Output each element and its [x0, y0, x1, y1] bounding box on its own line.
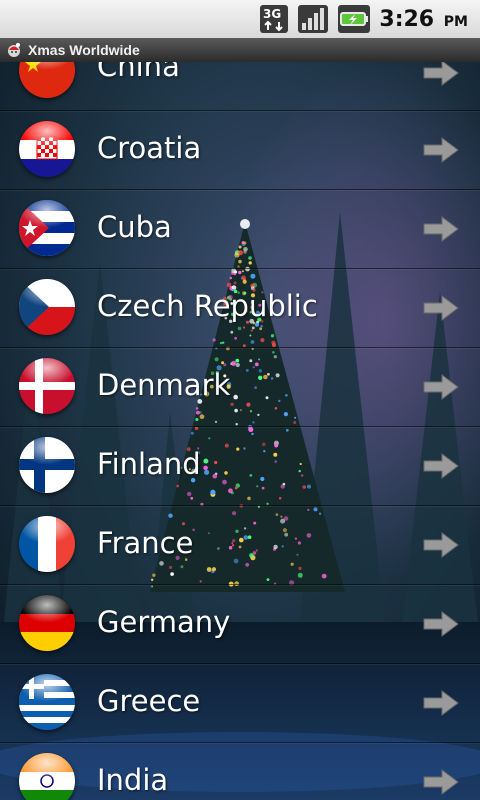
signal-icon	[298, 5, 329, 33]
country-label: Cuba	[97, 210, 172, 244]
status-icons: 3G 3:26 PM	[259, 3, 468, 35]
finland-flag-icon	[19, 437, 75, 493]
list-item-czech-republic[interactable]: Czech Republic	[0, 268, 480, 348]
list-item-france[interactable]: France	[0, 505, 480, 585]
cuba-flag-icon	[19, 200, 75, 256]
country-label: China	[97, 62, 180, 83]
country-label: Czech Republic	[97, 289, 318, 323]
arrow-right-icon[interactable]	[422, 531, 460, 559]
arrow-right-icon[interactable]	[422, 610, 460, 638]
country-label: Finland	[97, 447, 201, 481]
country-label: France	[97, 526, 194, 560]
china-flag-icon	[19, 62, 75, 98]
list-item-cuba[interactable]: Cuba	[0, 189, 480, 269]
country-label: Greece	[97, 684, 201, 718]
clock: 3:26 PM	[379, 6, 468, 32]
germany-flag-icon	[19, 595, 75, 651]
arrow-right-icon[interactable]	[422, 62, 460, 87]
arrow-right-icon[interactable]	[422, 452, 460, 480]
list-item-india[interactable]: India	[0, 742, 480, 800]
list-item-germany[interactable]: Germany	[0, 584, 480, 664]
country-label: Croatia	[97, 131, 202, 165]
battery-charging-icon	[338, 5, 371, 33]
denmark-flag-icon	[19, 358, 75, 414]
app-title: Xmas Worldwide	[28, 42, 140, 58]
country-label: Denmark	[97, 368, 231, 402]
list-item-finland[interactable]: Finland	[0, 426, 480, 506]
list-item-croatia[interactable]: Croatia	[0, 110, 480, 190]
app-title-bar: Xmas Worldwide	[0, 38, 480, 63]
greece-flag-icon	[19, 674, 75, 730]
arrow-right-icon[interactable]	[422, 136, 460, 164]
svg-text:3G: 3G	[263, 7, 281, 21]
list-item-china[interactable]: China	[0, 62, 480, 111]
country-list[interactable]: China Croatia Cuba Czech Republic Denmar…	[0, 62, 480, 800]
country-label: India	[97, 763, 169, 797]
list-item-denmark[interactable]: Denmark	[0, 347, 480, 427]
status-bar: 3G 3:26 PM	[0, 0, 480, 39]
list-item-greece[interactable]: Greece	[0, 663, 480, 743]
3g-network-icon: 3G	[260, 5, 289, 33]
arrow-right-icon[interactable]	[422, 689, 460, 717]
arrow-right-icon[interactable]	[422, 373, 460, 401]
country-label: Germany	[97, 605, 231, 639]
arrow-right-icon[interactable]	[422, 294, 460, 322]
arrow-right-icon[interactable]	[422, 768, 460, 796]
france-flag-icon	[19, 516, 75, 572]
czech-flag-icon	[19, 279, 75, 335]
croatia-flag-icon	[19, 121, 75, 177]
india-flag-icon	[19, 753, 75, 800]
arrow-right-icon[interactable]	[422, 215, 460, 243]
santa-app-icon	[8, 43, 20, 57]
